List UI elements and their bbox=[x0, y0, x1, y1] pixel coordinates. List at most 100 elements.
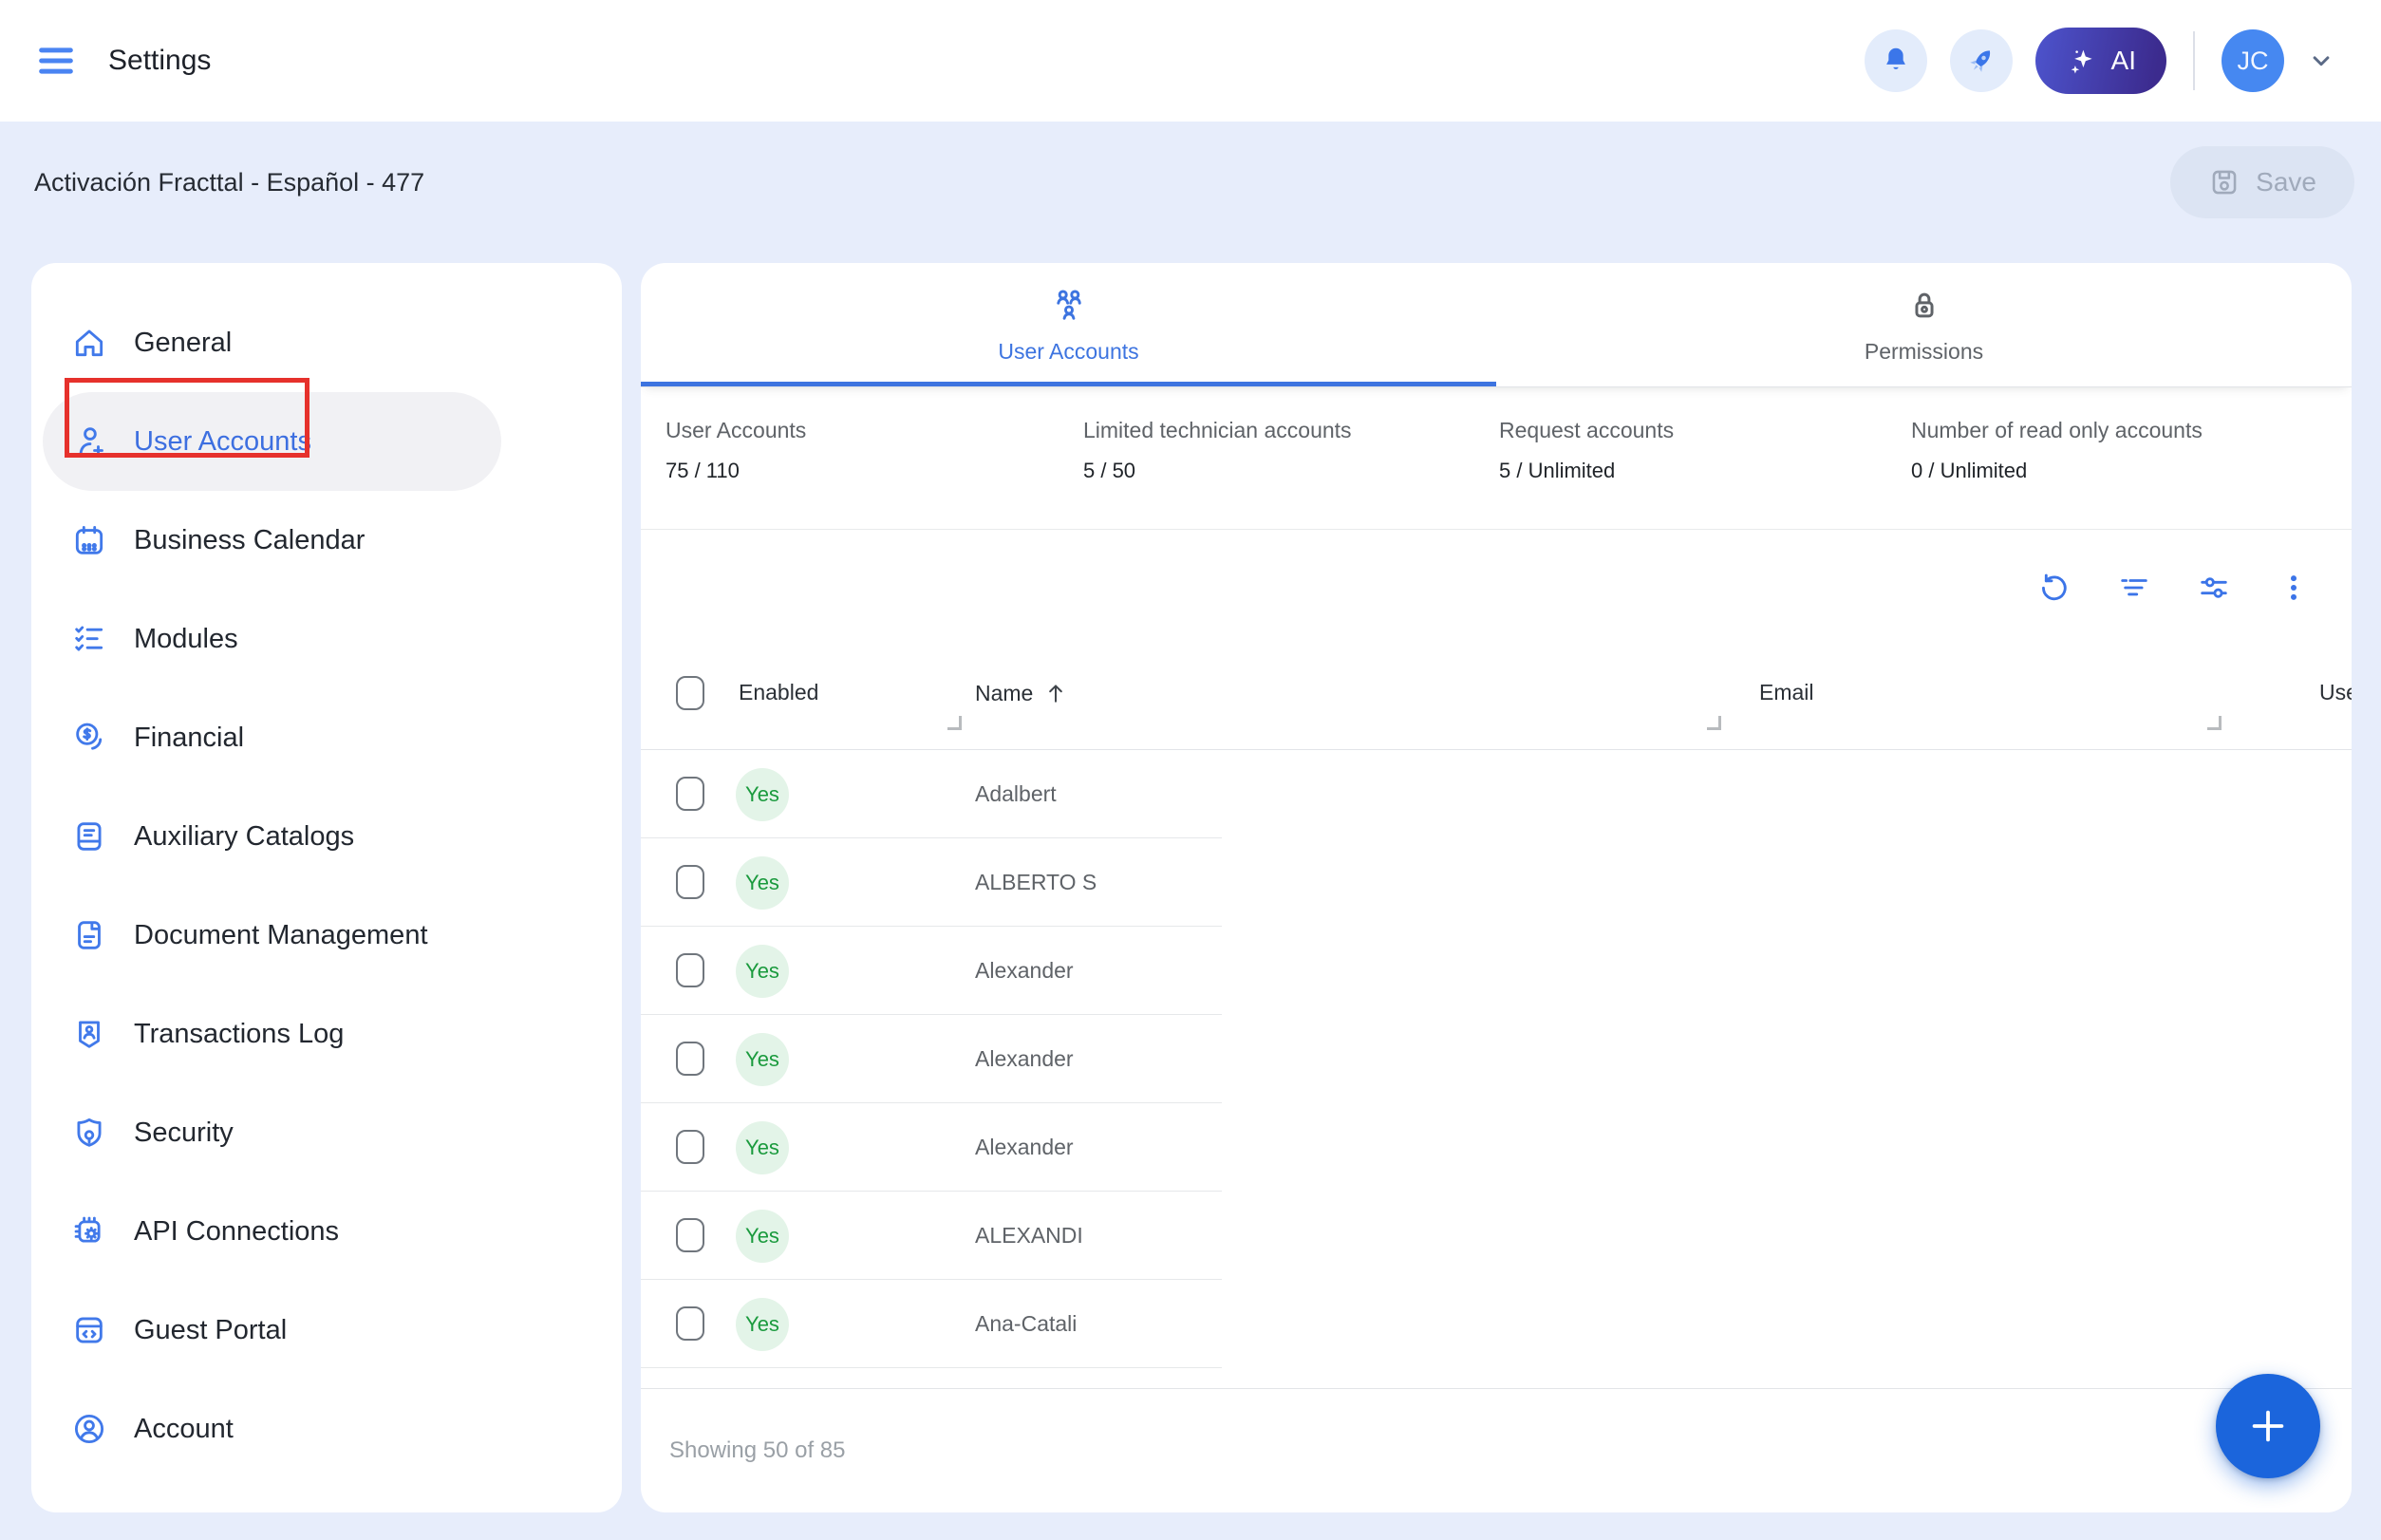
column-header-enabled[interactable]: Enabled bbox=[739, 680, 818, 705]
sidebar-item-label: API Connections bbox=[134, 1216, 339, 1248]
sidebar-item-label: Transactions Log bbox=[134, 1019, 344, 1050]
column-resize-handle[interactable] bbox=[1707, 716, 1721, 730]
sort-ascending-icon bbox=[1042, 680, 1069, 706]
sidebar-item-label: Modules bbox=[134, 624, 238, 655]
stat-request-accounts: Request accounts 5 / Unlimited bbox=[1499, 418, 1911, 529]
sidebar-item-transactions-log[interactable]: Transactions Log bbox=[31, 985, 622, 1083]
table-row[interactable]: Yes Alexander bbox=[641, 1015, 2352, 1103]
sidebar-item-label: Account bbox=[134, 1414, 234, 1445]
sliders-icon[interactable] bbox=[2196, 570, 2232, 606]
bell-icon bbox=[1879, 44, 1913, 78]
stat-limited-technician-accounts: Limited technician accounts 5 / 50 bbox=[1083, 418, 1499, 529]
add-user-button[interactable] bbox=[2216, 1374, 2320, 1478]
row-checkbox[interactable] bbox=[676, 1218, 704, 1252]
stat-read-only-accounts: Number of read only accounts 0 / Unlimit… bbox=[1911, 418, 2203, 529]
settings-sidebar: General User Accounts Business Calendar … bbox=[31, 263, 622, 1512]
topbar-actions: AI JC bbox=[1865, 28, 2335, 94]
stat-user-accounts: User Accounts 75 / 110 bbox=[666, 418, 1083, 529]
partial-row bbox=[641, 1368, 2352, 1388]
enabled-badge: Yes bbox=[736, 1121, 789, 1174]
refresh-icon[interactable] bbox=[2036, 570, 2072, 606]
column-resize-handle[interactable] bbox=[2207, 716, 2222, 730]
filter-icon[interactable] bbox=[2116, 570, 2152, 606]
column-resize-handle[interactable] bbox=[947, 716, 962, 730]
notifications-button[interactable] bbox=[1865, 29, 1927, 92]
table-row[interactable]: Yes Alexander bbox=[641, 1103, 2352, 1192]
column-header-name[interactable]: Name bbox=[975, 680, 1069, 706]
name-cell: Alexander bbox=[975, 1046, 1220, 1072]
sidebar-item-modules[interactable]: Modules bbox=[31, 590, 622, 688]
name-cell: Alexander bbox=[975, 958, 1220, 984]
user-accounts-panel: User Accounts Permissions User Accounts … bbox=[641, 263, 2352, 1512]
table-row[interactable]: Yes ALEXANDI bbox=[641, 1192, 2352, 1280]
name-cell: Adalbert bbox=[975, 781, 1220, 807]
sidebar-item-auxiliary-catalogs[interactable]: Auxiliary Catalogs bbox=[31, 787, 622, 886]
table-footer: Showing 50 of 85 bbox=[641, 1388, 2352, 1512]
whats-new-button[interactable] bbox=[1950, 29, 2013, 92]
sidebar-item-business-calendar[interactable]: Business Calendar bbox=[31, 491, 622, 590]
hamburger-menu-icon[interactable] bbox=[34, 39, 78, 83]
coin-icon bbox=[71, 720, 107, 756]
sidebar-item-document-management[interactable]: Document Management bbox=[31, 886, 622, 985]
account-chevron-down-icon[interactable] bbox=[2307, 47, 2335, 75]
sparkle-icon bbox=[2066, 45, 2098, 77]
column-header-email[interactable]: Email bbox=[1759, 680, 1814, 705]
ai-button-label: AI bbox=[2111, 46, 2136, 76]
name-cell: ALEXANDI bbox=[975, 1223, 1220, 1249]
document-icon bbox=[71, 917, 107, 953]
lock-icon bbox=[1904, 286, 1944, 326]
sidebar-item-label: User Accounts bbox=[134, 426, 311, 458]
table-row[interactable]: Yes Ana-Catali bbox=[641, 1280, 2352, 1368]
stat-value: 0 / Unlimited bbox=[1911, 459, 2203, 483]
row-checkbox[interactable] bbox=[676, 953, 704, 987]
row-checkbox[interactable] bbox=[676, 1306, 704, 1341]
user-circle-icon bbox=[71, 1411, 107, 1447]
calendar-icon bbox=[71, 522, 107, 558]
row-checkbox[interactable] bbox=[676, 777, 704, 811]
plus-icon bbox=[2246, 1404, 2290, 1448]
tab-user-accounts[interactable]: User Accounts bbox=[641, 263, 1496, 386]
select-all-checkbox[interactable] bbox=[676, 676, 704, 710]
topbar-divider bbox=[2193, 31, 2195, 90]
tab-label: Permissions bbox=[1865, 339, 1983, 365]
stat-label: Limited technician accounts bbox=[1083, 418, 1499, 443]
name-cell: Alexander bbox=[975, 1135, 1220, 1160]
table-row[interactable]: Yes ALBERTO S bbox=[641, 838, 2352, 927]
stat-label: User Accounts bbox=[666, 418, 1083, 443]
user-avatar[interactable]: JC bbox=[2222, 29, 2284, 92]
save-button[interactable]: Save bbox=[2170, 146, 2354, 218]
table-row[interactable]: Yes Alexander bbox=[641, 927, 2352, 1015]
sidebar-item-api-connections[interactable]: API Connections bbox=[31, 1182, 622, 1281]
sidebar-item-label: Business Calendar bbox=[134, 525, 365, 556]
sidebar-item-label: Document Management bbox=[134, 920, 428, 951]
user-group-icon bbox=[1049, 286, 1089, 326]
account-quota-stats: User Accounts 75 / 110 Limited technicia… bbox=[641, 387, 2352, 530]
table-row[interactable]: Yes Adalbert bbox=[641, 750, 2352, 838]
tab-permissions[interactable]: Permissions bbox=[1496, 263, 2352, 386]
sidebar-item-general[interactable]: General bbox=[31, 293, 622, 392]
tab-bar: User Accounts Permissions bbox=[641, 263, 2352, 387]
table-header: Enabled Name Email Use bbox=[641, 646, 2352, 750]
row-checkbox[interactable] bbox=[676, 865, 704, 899]
sidebar-item-security[interactable]: Security bbox=[31, 1083, 622, 1182]
sidebar-item-account[interactable]: Account bbox=[31, 1380, 622, 1478]
sidebar-item-financial[interactable]: Financial bbox=[31, 688, 622, 787]
catalog-icon bbox=[71, 818, 107, 855]
ai-assistant-button[interactable]: AI bbox=[2035, 28, 2166, 94]
row-checkbox[interactable] bbox=[676, 1130, 704, 1164]
enabled-badge: Yes bbox=[736, 856, 789, 910]
name-cell: ALBERTO S bbox=[975, 870, 1220, 895]
enabled-badge: Yes bbox=[736, 1298, 789, 1351]
context-bar: Activación Fracttal - Español - 477 Save bbox=[0, 122, 2381, 243]
table-body: Yes Adalbert Yes ALBERTO S Yes Alexander… bbox=[641, 750, 2352, 1388]
row-checkbox[interactable] bbox=[676, 1042, 704, 1076]
sidebar-item-user-accounts[interactable]: User Accounts bbox=[43, 392, 501, 491]
enabled-badge: Yes bbox=[736, 1033, 789, 1086]
kebab-menu-icon[interactable] bbox=[2276, 570, 2312, 606]
column-header-user-type[interactable]: Use bbox=[2319, 680, 2352, 705]
sidebar-item-guest-portal[interactable]: Guest Portal bbox=[31, 1281, 622, 1380]
column-header-name-label: Name bbox=[975, 681, 1033, 706]
stat-value: 5 / 50 bbox=[1083, 459, 1499, 483]
stat-label: Request accounts bbox=[1499, 418, 1911, 443]
stat-label: Number of read only accounts bbox=[1911, 418, 2203, 443]
